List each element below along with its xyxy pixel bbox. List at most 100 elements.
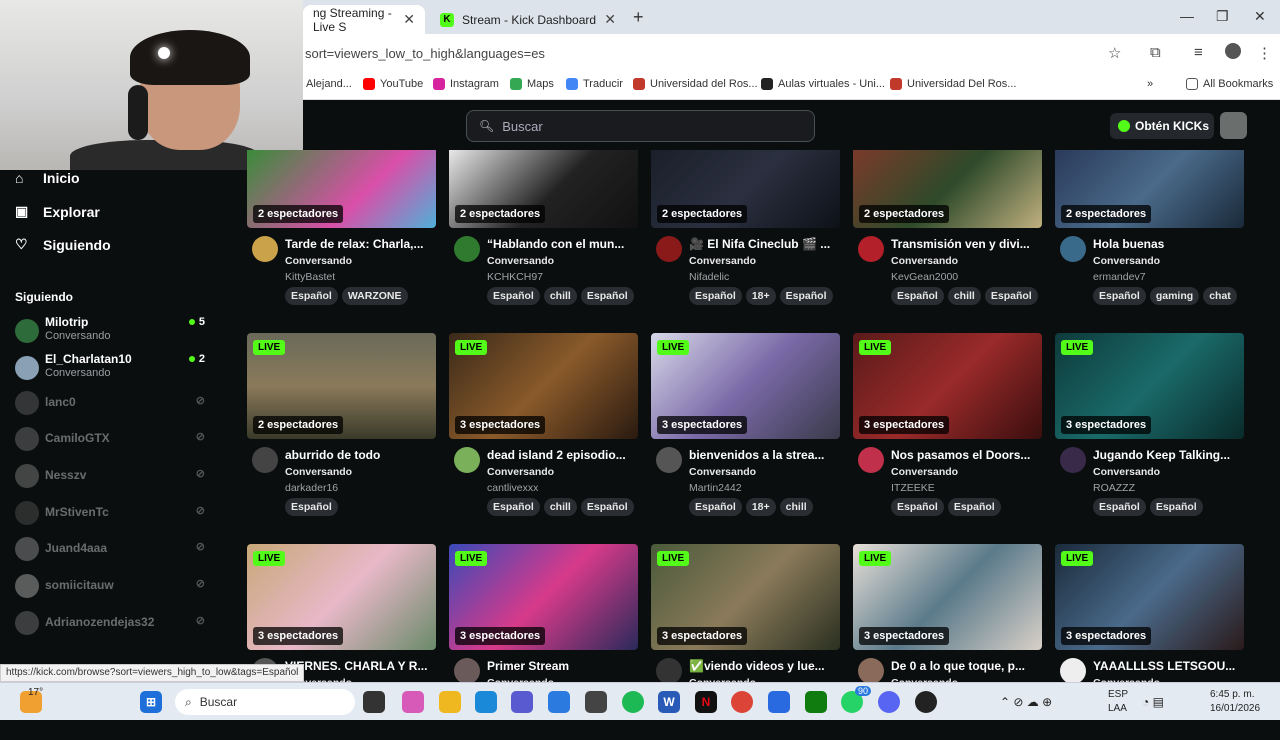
- stream-thumbnail[interactable]: LIVE 3 espectadores: [247, 544, 436, 650]
- tag-pill[interactable]: Español: [1149, 498, 1203, 516]
- followed-channel[interactable]: somiicitauw ⊘: [15, 570, 205, 602]
- all-bookmarks[interactable]: All Bookmarks: [1186, 78, 1273, 90]
- avatar[interactable]: [858, 236, 884, 262]
- stream-card[interactable]: 2 espectadores Tarde de relax: Charla,...…: [247, 150, 436, 318]
- stream-username[interactable]: cantlivexxx: [487, 482, 538, 494]
- tray-status-icons[interactable]: ◔ ▤: [1142, 695, 1164, 709]
- profile-icon[interactable]: [1225, 43, 1241, 59]
- stream-thumbnail[interactable]: LIVE 3 espectadores: [449, 544, 638, 650]
- avatar[interactable]: [858, 447, 884, 473]
- stream-title[interactable]: bienvenidos a la strea...: [689, 448, 839, 462]
- bookmark-item[interactable]: Aulas virtuales - Uni...: [761, 78, 885, 90]
- tag-pill[interactable]: Español: [689, 498, 742, 516]
- minimize-button[interactable]: —: [1180, 8, 1194, 24]
- star-icon[interactable]: ☆: [1108, 44, 1121, 62]
- start-icon[interactable]: ⊞: [140, 691, 162, 713]
- tag-pill[interactable]: Español: [947, 498, 1001, 516]
- sidebar-item-explorar[interactable]: ▣ Explorar: [15, 203, 100, 220]
- tag-pill[interactable]: Español: [1093, 287, 1146, 305]
- stream-thumbnail[interactable]: 2 espectadores: [1055, 150, 1244, 228]
- language-layout[interactable]: LAA: [1108, 703, 1127, 714]
- followed-channel[interactable]: El_Charlatan10 Conversando 2: [15, 352, 205, 384]
- tag-pill[interactable]: Español: [891, 287, 944, 305]
- url-field[interactable]: sort=viewers_low_to_high&languages=es: [305, 46, 545, 61]
- bookmark-item[interactable]: Traducir: [566, 78, 623, 90]
- bookmark-item[interactable]: Universidad del Ros...: [633, 78, 758, 90]
- stream-title[interactable]: Primer Stream: [487, 659, 637, 673]
- tag-pill[interactable]: Español: [891, 498, 944, 516]
- spotify-icon[interactable]: [622, 691, 644, 713]
- copilot-icon[interactable]: [402, 691, 424, 713]
- stream-card[interactable]: LIVE 3 espectadores bienvenidos a la strea…: [651, 333, 840, 529]
- tag-pill[interactable]: 18+: [745, 287, 776, 305]
- avatar[interactable]: [1060, 447, 1086, 473]
- stream-title[interactable]: Jugando Keep Talking...: [1093, 448, 1243, 462]
- tag-pill[interactable]: Español: [984, 287, 1038, 305]
- close-icon[interactable]: ✕: [403, 11, 415, 28]
- followed-channel[interactable]: Nesszv ⊘: [15, 460, 205, 492]
- taskbar-search[interactable]: ⌕ Buscar: [175, 689, 355, 715]
- word-icon[interactable]: W: [658, 691, 680, 713]
- window-close-button[interactable]: ✕: [1254, 8, 1266, 25]
- xbox-icon[interactable]: [805, 691, 827, 713]
- stream-category[interactable]: Conversando: [285, 466, 352, 478]
- sidebar-item-siguiendo[interactable]: ♡ Siguiendo: [15, 236, 111, 253]
- avatar[interactable]: [656, 236, 682, 262]
- tag-pill[interactable]: WARZONE: [341, 287, 408, 305]
- app-icon[interactable]: [768, 691, 790, 713]
- get-kicks-button[interactable]: Obtén KICKs: [1110, 113, 1214, 139]
- bookmark-item[interactable]: Instagram: [433, 78, 499, 90]
- menu-dots-icon[interactable]: ⋮: [1257, 44, 1272, 62]
- search-input[interactable]: 🔍︎ Buscar: [466, 110, 815, 142]
- avatar[interactable]: [1220, 112, 1247, 139]
- stream-title[interactable]: 🎥 El Nifa Cineclub 🎬 ...: [689, 237, 839, 251]
- stream-category[interactable]: Conversando: [1093, 255, 1160, 267]
- stream-category[interactable]: Conversando: [487, 255, 554, 267]
- stream-thumbnail[interactable]: LIVE 3 espectadores: [1055, 333, 1244, 439]
- stream-title[interactable]: Tarde de relax: Charla,...: [285, 237, 435, 251]
- stream-card[interactable]: LIVE 2 espectadores aburrido de todo Conver…: [247, 333, 436, 529]
- new-tab-button[interactable]: +: [633, 7, 644, 28]
- store-icon[interactable]: [548, 691, 570, 713]
- followed-channel[interactable]: Adrianozendejas32 ⊘: [15, 607, 205, 639]
- discord-icon[interactable]: [878, 691, 900, 713]
- bookmark-item[interactable]: Alejand...: [306, 78, 352, 90]
- bookmark-item[interactable]: Universidad Del Ros...: [890, 78, 1016, 90]
- clock-date[interactable]: 16/01/2026: [1210, 703, 1260, 714]
- stream-category[interactable]: Conversando: [891, 255, 958, 267]
- stream-card[interactable]: 2 espectadores Transmisión ven y divi... C…: [853, 150, 1042, 318]
- teams-icon[interactable]: [511, 691, 533, 713]
- stream-username[interactable]: ermandev7: [1093, 271, 1146, 283]
- tag-pill[interactable]: Español: [580, 287, 634, 305]
- tag-pill[interactable]: chill: [543, 287, 577, 305]
- stream-card[interactable]: 2 espectadores 🎥 El Nifa Cineclub 🎬 ... Co…: [651, 150, 840, 318]
- stream-category[interactable]: Conversando: [891, 466, 958, 478]
- stream-title[interactable]: Nos pasamos el Doors...: [891, 448, 1041, 462]
- stream-card[interactable]: LIVE 3 espectadores dead island 2 episodio…: [449, 333, 638, 529]
- stream-username[interactable]: Martin2442: [689, 482, 742, 494]
- stream-category[interactable]: Conversando: [487, 466, 554, 478]
- tag-pill[interactable]: Español: [285, 498, 338, 516]
- followed-channel[interactable]: Juand4aaa ⊘: [15, 533, 205, 565]
- tag-pill[interactable]: Español: [689, 287, 742, 305]
- followed-channel[interactable]: CamiloGTX ⊘: [15, 423, 205, 455]
- tag-pill[interactable]: Español: [1093, 498, 1146, 516]
- stream-username[interactable]: KevGean2000: [891, 271, 958, 283]
- followed-channel[interactable]: Milotrip Conversando 5: [15, 315, 205, 347]
- tag-pill[interactable]: chat: [1203, 287, 1237, 305]
- avatar[interactable]: [454, 447, 480, 473]
- clock-time[interactable]: 6:45 p. m.: [1210, 689, 1254, 700]
- tag-pill[interactable]: chill: [779, 498, 813, 516]
- avatar[interactable]: [1060, 658, 1086, 684]
- stream-username[interactable]: KittyBastet: [285, 271, 335, 283]
- followed-channel[interactable]: lanc0 ⊘: [15, 387, 205, 419]
- explorer-icon[interactable]: [439, 691, 461, 713]
- tag-pill[interactable]: chill: [543, 498, 577, 516]
- stream-thumbnail[interactable]: LIVE 3 espectadores: [853, 333, 1042, 439]
- maximize-button[interactable]: ❐: [1216, 8, 1229, 25]
- tab-kick-dashboard[interactable]: K Stream - Kick Dashboard ✕: [430, 5, 626, 34]
- stream-title[interactable]: “Hablando con el mun...: [487, 237, 637, 251]
- avatar[interactable]: [252, 447, 278, 473]
- stream-title[interactable]: De 0 a lo que toque, p...: [891, 659, 1041, 673]
- stream-title[interactable]: aburrido de todo: [285, 448, 435, 462]
